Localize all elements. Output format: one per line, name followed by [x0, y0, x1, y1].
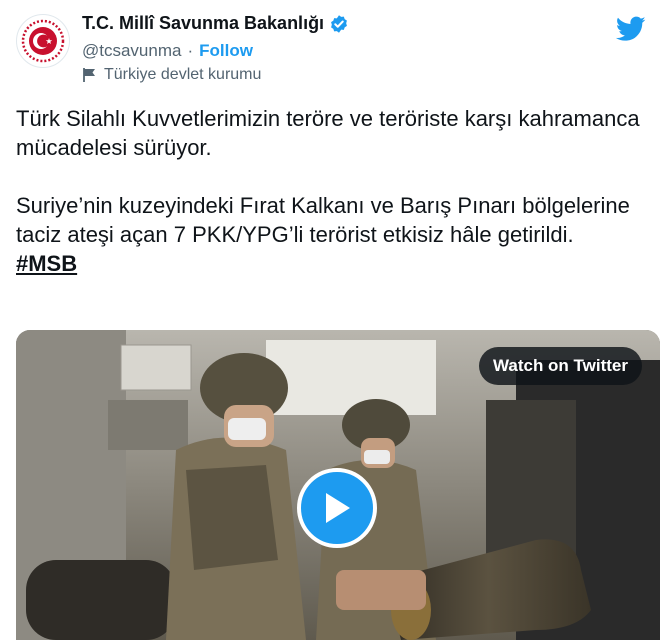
tweet-paragraph-2: Suriye’nin kuzeyindeki Fırat Kalkanı ve …	[16, 193, 630, 247]
handle-row: @tcsavunma · Follow	[82, 41, 253, 61]
video-thumbnail[interactable]: Watch on Twitter	[16, 330, 660, 640]
separator: ·	[187, 41, 194, 60]
handle[interactable]: @tcsavunma	[82, 41, 181, 61]
watch-on-twitter-button[interactable]: Watch on Twitter	[478, 347, 642, 385]
twitter-bird-icon[interactable]	[616, 16, 646, 42]
account-label: Türkiye devlet kurumu	[104, 66, 262, 83]
tweet-text: Türk Silahlı Kuvvetlerimizin teröre ve t…	[16, 104, 646, 278]
play-button[interactable]	[297, 468, 377, 548]
tweet-card: T.C. Millî Savunma Bakanlığı @tcsavunma …	[0, 0, 662, 640]
play-icon	[326, 493, 350, 523]
follow-button[interactable]: Follow	[199, 41, 253, 61]
display-name-row[interactable]: T.C. Millî Savunma Bakanlığı	[82, 13, 349, 34]
turkish-ministry-emblem-icon	[21, 19, 65, 63]
flag-icon	[83, 68, 95, 82]
verified-badge-icon	[331, 14, 347, 33]
avatar[interactable]	[16, 14, 70, 68]
display-name[interactable]: T.C. Millî Savunma Bakanlığı	[82, 13, 324, 34]
tweet-paragraph-1: Türk Silahlı Kuvvetlerimizin teröre ve t…	[16, 106, 640, 160]
hashtag-link[interactable]: #MSB	[16, 251, 77, 276]
account-label-row: Türkiye devlet kurumu	[82, 66, 261, 84]
